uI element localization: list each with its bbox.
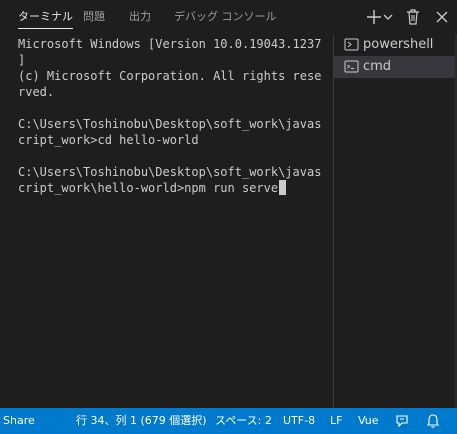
tab-problems[interactable]: 問題 — [83, 0, 105, 34]
status-share[interactable]: Share — [3, 408, 35, 434]
terminal-item-label: powershell — [363, 37, 434, 52]
status-cursor-position[interactable]: 行 34、列 1 (679 個選択) — [76, 408, 207, 434]
terminal-line: cript_work>cd hello-world — [18, 133, 199, 147]
tab-output[interactable]: 出力 — [129, 0, 151, 34]
terminal-line: ] — [18, 53, 26, 67]
terminal-item-powershell[interactable]: powershell — [334, 34, 455, 56]
terminal-line: C:\Users\Toshinobu\Desktop\soft_work\jav… — [18, 165, 322, 179]
terminal-list: powershell cmd — [334, 34, 457, 408]
terminal-cursor — [279, 180, 287, 195]
terminal-line: C:\Users\Toshinobu\Desktop\soft_work\jav… — [18, 117, 322, 131]
terminal-icon — [343, 37, 361, 53]
terminal-prompt-line: cript_work\hello-world>npm run serve — [18, 180, 323, 196]
status-bar: Share 行 34、列 1 (679 個選択) スペース: 2 UTF-8 L… — [0, 408, 457, 434]
feedback-icon[interactable] — [394, 413, 410, 429]
tab-terminal[interactable]: ターミナル — [18, 0, 73, 34]
bell-icon[interactable] — [425, 413, 441, 429]
terminal-line: (c) Microsoft Corporation. All rights re… — [18, 69, 322, 83]
tab-debug-console[interactable]: デバッグ コンソール — [174, 0, 277, 34]
trash-icon[interactable] — [403, 6, 423, 28]
terminal-line: Microsoft Windows [Version 10.0.19043.12… — [18, 37, 322, 51]
terminal-command: cript_work\hello-world>npm run serve — [18, 181, 279, 195]
terminal-cmd-icon — [343, 59, 361, 75]
status-language[interactable]: Vue — [358, 408, 379, 434]
status-eol[interactable]: LF — [330, 408, 342, 434]
terminal-line: rved. — [18, 85, 55, 99]
panel-tabbar: ターミナル 問題 出力 デバッグ コンソール — [0, 0, 457, 34]
status-encoding[interactable]: UTF-8 — [283, 408, 315, 434]
chevron-down-icon[interactable] — [381, 6, 395, 28]
status-indentation[interactable]: スペース: 2 — [215, 408, 272, 434]
close-icon[interactable] — [434, 6, 450, 28]
terminal-item-label: cmd — [363, 59, 392, 74]
terminal-output[interactable]: Microsoft Windows [Version 10.0.19043.12… — [0, 34, 333, 408]
terminal-item-cmd[interactable]: cmd — [334, 56, 455, 78]
